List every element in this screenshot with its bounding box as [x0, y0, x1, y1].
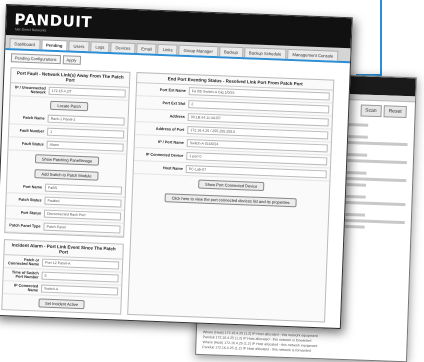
subtab-pending-configurations[interactable]: Pending Configurations — [10, 53, 61, 65]
field-value[interactable]: Port 12 Panel-A — [41, 258, 120, 270]
tab-users[interactable]: Users — [68, 40, 90, 52]
tab-backup-schedule[interactable]: Backup Schedule — [243, 47, 287, 59]
connected-devices-note[interactable]: Click here to view the port connected de… — [164, 193, 297, 208]
field-label: Host Name — [162, 166, 183, 171]
field-label: IP Connected Name — [13, 283, 39, 293]
field-value[interactable]: 1 — [46, 127, 125, 139]
field-label: Port Name — [22, 184, 43, 190]
field-label: Port Ext Slot — [162, 101, 186, 106]
field-label: Fault Status — [21, 141, 44, 147]
field-label: Port Status — [20, 210, 42, 216]
locate-patch-button[interactable]: Locate Patch — [50, 100, 88, 112]
tab-dashboard[interactable]: Dashboard — [9, 38, 41, 50]
field-value[interactable]: Faulted — [44, 196, 122, 208]
field-label: Patch Status — [18, 197, 42, 203]
add-switch-button[interactable]: Add Switch to Patch Module — [34, 169, 99, 181]
show-panel-button[interactable]: Show Patching Panel/Image — [34, 154, 100, 166]
tab-logs[interactable]: Logs — [90, 41, 110, 53]
tab-links[interactable]: Links — [157, 43, 178, 55]
back-notes: Where (Host) 172.16.4.25 (1.2) IP Host a… — [202, 330, 401, 357]
field-label: Time of Switch Port Number — [11, 270, 39, 280]
button-row: Set Incident Active — [2, 294, 120, 314]
end-device-panel: End Port Eventing Status - Resolved Link… — [127, 72, 335, 323]
field-label: Patch or Connected Name — [7, 257, 40, 267]
back-tab-reset[interactable]: Reset — [383, 105, 407, 119]
field-label: IP / Unconnected Network — [14, 85, 46, 95]
port-fault-panel: Port Fault - Network Link(s) Away From T… — [4, 67, 131, 238]
set-incident-button[interactable]: Set Incident Active — [37, 298, 86, 310]
field-label: Patch Panel Type — [9, 223, 41, 229]
field-label: IP / Port Name — [158, 139, 184, 145]
tab-group-manager[interactable]: Group Manager — [178, 44, 219, 57]
field-label: Address — [169, 114, 185, 119]
field-value[interactable]: Alarm — [46, 140, 124, 152]
field-value[interactable]: Switch-A — [40, 284, 119, 296]
field-value[interactable]: Fa0/5 — [44, 183, 123, 195]
incident-panel: Incident Alarm - Port Link Event Since T… — [1, 239, 124, 315]
show-connected-device-button[interactable]: Show Port Connected Device — [197, 179, 265, 192]
subtab-apply[interactable]: Apply — [62, 55, 81, 65]
field-label: Port Ext Name — [159, 87, 186, 93]
field-value[interactable]: Patch Panel — [43, 222, 121, 234]
field-value[interactable]: Rack-1 Panel-2 — [47, 114, 125, 126]
field-label: Address of Port — [155, 126, 185, 132]
tab-management-console[interactable]: Management Console — [287, 48, 339, 61]
field-value[interactable]: 172.16.4.2/T — [48, 86, 126, 98]
field-value[interactable]: Disconnected Rack Port — [43, 209, 122, 221]
tab-email[interactable]: Email — [136, 43, 158, 54]
tab-backup[interactable]: Backup — [218, 46, 244, 58]
logo-tagline: Net-Direct Networks — [14, 27, 47, 33]
back-tab-scan[interactable]: Scan — [360, 104, 382, 118]
content-columns: Port Fault - Network Link(s) Away From T… — [0, 65, 349, 325]
accent-line — [380, 0, 382, 76]
tab-pending[interactable]: Pending — [40, 39, 68, 51]
field-label: Fault Number — [19, 128, 45, 134]
main-window: PANDUIT Net-Direct Networks Dashboard Pe… — [0, 4, 353, 330]
tab-devices[interactable]: Devices — [110, 42, 136, 53]
field-label: IP Connected Device — [145, 152, 184, 158]
field-value[interactable]: 5 — [41, 271, 119, 283]
left-column: Port Fault - Network Link(s) Away From T… — [1, 67, 131, 315]
field-label: Patch Name — [22, 115, 45, 121]
